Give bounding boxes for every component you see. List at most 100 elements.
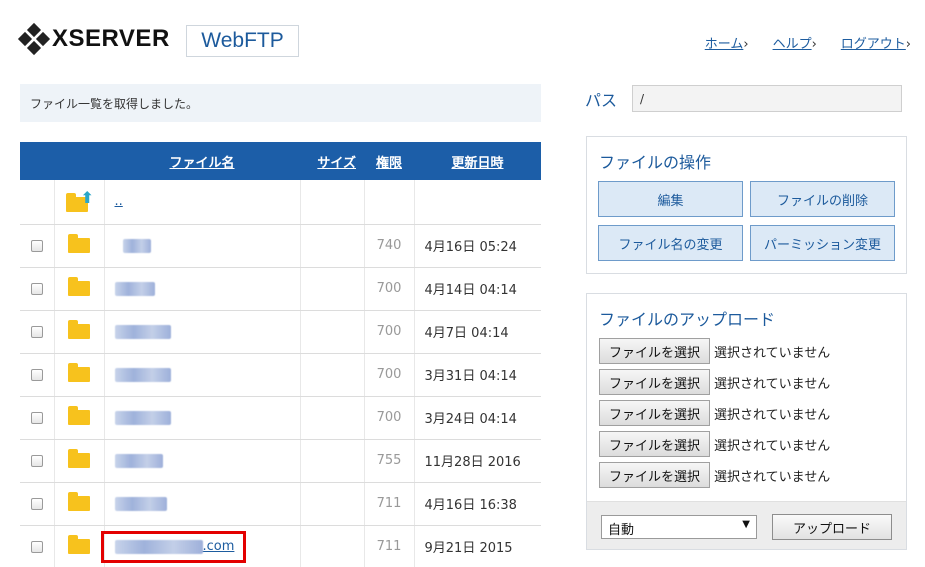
chevron-right-icon: › <box>905 37 911 52</box>
date-cell <box>414 180 541 225</box>
row-checkbox[interactable] <box>30 282 43 295</box>
nav-logout-link[interactable]: ログアウト› <box>841 33 911 52</box>
row-checkbox[interactable] <box>30 239 43 252</box>
chevron-right-icon: › <box>743 37 749 52</box>
file-name-link[interactable] <box>122 238 151 253</box>
sort-by-size[interactable]: サイズ <box>317 156 356 171</box>
row-checkbox[interactable] <box>30 454 43 467</box>
folder-icon[interactable] <box>68 492 90 511</box>
choose-file-button[interactable]: ファイルを選択 <box>599 369 710 395</box>
file-size <box>300 482 365 526</box>
choose-file-button[interactable]: ファイルを選択 <box>599 338 710 364</box>
header-perm[interactable]: 権限 <box>364 142 414 180</box>
folder-up-icon[interactable]: ⬆ <box>66 189 94 212</box>
file-size <box>300 439 365 483</box>
file-input-2: ファイルを選択 選択されていません <box>599 369 830 395</box>
parent-directory-row[interactable]: ⬆ .. <box>20 180 541 225</box>
table-row: 700 4月7日 04:14 <box>20 310 541 354</box>
row-checkbox[interactable] <box>30 497 43 510</box>
file-size <box>300 525 365 567</box>
file-size <box>300 353 365 397</box>
file-date: 9月21日 2015 <box>414 525 541 567</box>
choose-file-button[interactable]: ファイルを選択 <box>599 400 710 426</box>
operations-title: ファイルの操作 <box>599 153 712 172</box>
file-operations-panel: ファイルの操作 編集 ファイルの削除 ファイル名の変更 パーミッション変更 <box>586 136 907 274</box>
folder-icon[interactable] <box>68 449 90 468</box>
file-date: 3月24日 04:14 <box>414 396 541 440</box>
row-checkbox[interactable] <box>30 368 43 381</box>
row-checkbox[interactable] <box>30 411 43 424</box>
file-size <box>300 396 365 440</box>
folder-icon[interactable] <box>68 234 90 253</box>
no-file-label: 選択されていません <box>714 345 831 361</box>
encoding-select[interactable]: 自動 ▼ <box>601 515 757 539</box>
parent-directory-link[interactable]: .. <box>115 194 123 209</box>
delete-button[interactable]: ファイルの削除 <box>750 181 895 217</box>
file-name-link[interactable] <box>114 453 163 468</box>
product-name: WebFTP <box>186 25 299 57</box>
file-name-blurred[interactable] <box>114 539 203 554</box>
file-date: 4月14日 04:14 <box>414 267 541 311</box>
folder-icon[interactable] <box>68 277 90 296</box>
path-input[interactable] <box>632 85 902 112</box>
no-file-label: 選択されていません <box>714 376 831 392</box>
upload-button[interactable]: アップロード <box>772 514 892 540</box>
nav-help-link[interactable]: ヘルプ› <box>773 33 817 52</box>
nav-logout-label[interactable]: ログアウト <box>841 37 906 52</box>
file-name-link[interactable] <box>114 410 171 425</box>
folder-icon[interactable] <box>68 363 90 382</box>
choose-file-button[interactable]: ファイルを選択 <box>599 462 710 488</box>
file-input-4: ファイルを選択 選択されていません <box>599 431 830 457</box>
choose-file-button[interactable]: ファイルを選択 <box>599 431 710 457</box>
file-size <box>300 224 365 268</box>
upload-title: ファイルのアップロード <box>599 310 776 329</box>
row-checkbox[interactable] <box>30 325 43 338</box>
file-permission: 711 <box>364 482 415 526</box>
table-row: 700 3月24日 04:14 <box>20 396 541 440</box>
table-row: 700 4月14日 04:14 <box>20 267 541 311</box>
header-icon-col <box>54 142 104 180</box>
file-input-3: ファイルを選択 選択されていません <box>599 400 830 426</box>
file-input-5: ファイルを選択 選択されていません <box>599 462 830 488</box>
file-date: 4月16日 05:24 <box>414 224 541 268</box>
name-cell: .. <box>104 180 301 225</box>
no-file-label: 選択されていません <box>714 469 831 485</box>
nav-home-label[interactable]: ホーム <box>705 37 744 52</box>
icon-cell: ⬆ <box>54 180 105 225</box>
file-name-link[interactable] <box>114 324 171 339</box>
file-size <box>300 310 365 354</box>
permission-button[interactable]: パーミッション変更 <box>750 225 895 261</box>
folder-icon[interactable] <box>68 535 90 554</box>
header-size[interactable]: サイズ <box>300 142 364 180</box>
table-row: .com 711 9月21日 2015 <box>20 525 541 567</box>
file-size <box>300 267 365 311</box>
no-file-label: 選択されていません <box>714 407 831 423</box>
nav-home-link[interactable]: ホーム› <box>705 33 749 52</box>
status-message: ファイル一覧を取得しました。 <box>20 84 541 122</box>
table-header: ファイル名 サイズ 権限 更新日時 <box>20 142 541 180</box>
edit-button[interactable]: 編集 <box>598 181 743 217</box>
file-name-link[interactable] <box>114 367 171 382</box>
file-permission: 700 <box>364 310 415 354</box>
folder-icon[interactable] <box>68 320 90 339</box>
table-row: 711 4月16日 16:38 <box>20 482 541 526</box>
row-checkbox[interactable] <box>30 540 43 553</box>
sort-by-perm[interactable]: 権限 <box>376 156 402 171</box>
no-file-label: 選択されていません <box>714 438 831 454</box>
file-permission: 711 <box>364 525 415 567</box>
sort-by-date[interactable]: 更新日時 <box>451 156 503 171</box>
empty-cell <box>20 180 55 225</box>
nav-help-label[interactable]: ヘルプ <box>773 37 812 52</box>
file-name-link[interactable]: .com <box>203 539 235 554</box>
sort-by-name[interactable]: ファイル名 <box>169 156 234 171</box>
rename-button[interactable]: ファイル名の変更 <box>598 225 743 261</box>
file-permission: 700 <box>364 353 415 397</box>
header-name[interactable]: ファイル名 <box>104 142 300 180</box>
brand-name: XSERVER <box>52 25 170 52</box>
header-date[interactable]: 更新日時 <box>414 142 541 180</box>
encoding-value: 自動 <box>608 523 635 538</box>
folder-icon[interactable] <box>68 406 90 425</box>
file-name-link[interactable] <box>114 281 155 296</box>
file-name-link[interactable] <box>114 496 167 511</box>
file-upload-panel: ファイルのアップロード ファイルを選択 選択されていません ファイルを選択 選択… <box>586 293 907 550</box>
